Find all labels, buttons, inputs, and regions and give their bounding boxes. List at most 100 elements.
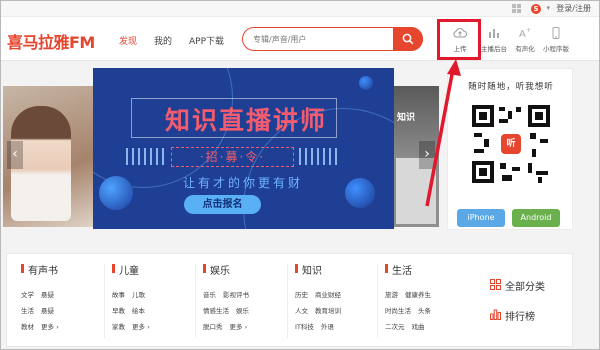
decor-planet <box>359 76 373 90</box>
browser-frame: S ▾ 登录/注册 喜马拉雅FM 发现 我的 APP下载 上传 <box>0 0 600 350</box>
category-column: 儿童 故事 儿歌 早教 绘本 家教 更多 › <box>112 262 157 331</box>
search-box <box>242 27 423 51</box>
carousel-prev-button[interactable]: ‹ <box>7 141 23 169</box>
upload-highlight-box <box>437 19 481 60</box>
bar-chart-icon <box>489 29 499 38</box>
qr-module <box>536 171 548 175</box>
android-download-button[interactable]: Android <box>512 209 560 227</box>
carousel-next-button[interactable]: › <box>419 141 435 169</box>
text-to-speech-icon: A + <box>519 27 531 39</box>
subcategory-link[interactable]: IT科技 <box>295 321 314 331</box>
category-title[interactable]: 有声书 <box>21 262 66 277</box>
subcategory-link[interactable]: 二次元 <box>385 321 405 331</box>
mini-program-label: 小程序版 <box>543 45 569 53</box>
search-input[interactable] <box>253 32 393 46</box>
svg-text:+: + <box>526 27 531 34</box>
category-divider <box>195 264 196 338</box>
android-label: Android <box>520 213 552 222</box>
qr-module <box>474 133 482 137</box>
qr-code: 听 <box>472 105 550 183</box>
category-title[interactable]: 儿童 <box>112 262 157 277</box>
thumbnail-text: 知识 <box>397 113 416 123</box>
qr-module <box>532 149 536 157</box>
subcategory-link[interactable]: 外语 <box>321 321 334 331</box>
category-row: 时尚生活 头条 <box>385 298 438 315</box>
qr-module <box>538 177 542 183</box>
qr-module <box>484 139 489 147</box>
category-column: 知识 历史 商业财经 人文 教育培训 IT科技 外语 <box>295 262 348 331</box>
subcategory-link[interactable]: 脱口秀 <box>203 321 223 331</box>
nav-tab-app-download[interactable]: APP下载 <box>189 34 224 47</box>
qr-module <box>508 111 512 119</box>
iphone-label: iPhone <box>467 213 495 222</box>
category-row: 人文 教育培训 <box>295 298 348 315</box>
qr-module <box>499 119 508 123</box>
app-logo-icon: 听 <box>501 134 521 154</box>
category-row: IT科技 外语 <box>295 314 348 331</box>
grid-icon <box>490 279 501 290</box>
subcategory-link[interactable]: 更多 › <box>230 321 248 331</box>
qr-module <box>502 175 512 181</box>
site-header: 喜马拉雅FM 发现 我的 APP下载 上传 <box>1 17 599 61</box>
search-button[interactable] <box>393 27 423 51</box>
subcategory-link[interactable]: 戏曲 <box>412 321 425 331</box>
decor-stripes <box>126 148 166 165</box>
category-row: 早教 绘本 <box>112 298 157 315</box>
category-row: 音乐 影视评书 <box>203 282 256 299</box>
main-banner[interactable]: 知识直播讲师 ·招·募·令· 让有才的你更有财 点击报名 <box>93 68 394 229</box>
category-title[interactable]: 知识 <box>295 262 348 277</box>
ranking-icon <box>490 309 501 320</box>
account-avatar-icon[interactable]: S <box>531 4 541 14</box>
ranking-label: 排行榜 <box>505 312 535 323</box>
category-row: 旅游 健康养生 <box>385 282 438 299</box>
apps-grid-icon[interactable] <box>512 4 521 13</box>
category-row: 文学 悬疑 <box>21 282 66 299</box>
qr-finder <box>528 105 550 127</box>
nav-tab-discover[interactable]: 发现 <box>119 34 137 47</box>
qr-finder <box>472 105 494 127</box>
category-row: 历史 商业财经 <box>295 282 348 299</box>
search-icon <box>402 33 414 45</box>
subcategory-link[interactable]: 家教 <box>112 321 125 331</box>
phone-icon <box>552 27 560 39</box>
subcategory-link[interactable]: 更多 › <box>41 321 59 331</box>
app-download-panel: 随时随地，听我想听 听 iPhone Android <box>447 68 573 230</box>
category-row: 生活 悬疑 <box>21 298 66 315</box>
category-row: 二次元 戏曲 <box>385 314 438 331</box>
qr-module <box>516 107 521 112</box>
category-column: 生活 旅游 健康养生 时尚生活 头条 二次元 戏曲 <box>385 262 438 331</box>
nav-tab-mine[interactable]: 我的 <box>154 34 172 47</box>
subcategory-link[interactable]: 教材 <box>21 321 34 331</box>
banner-recruit-label: ·招·募·令· <box>171 147 294 167</box>
category-divider <box>287 264 288 338</box>
iphone-download-button[interactable]: iPhone <box>457 209 505 227</box>
qr-module <box>474 149 484 153</box>
qr-module <box>540 139 548 143</box>
banner-slogan: 让有才的你更有财 <box>182 176 303 190</box>
banner-title: 知识直播讲师 <box>164 106 327 135</box>
category-title[interactable]: 娱乐 <box>203 262 256 277</box>
qr-module <box>499 107 505 111</box>
category-divider <box>104 264 105 338</box>
login-link[interactable]: 登录/注册 <box>556 3 591 14</box>
site-logo[interactable]: 喜马拉雅FM <box>7 29 95 53</box>
svg-text:A: A <box>519 29 526 39</box>
category-divider <box>377 264 378 338</box>
mini-program-button[interactable]: 小程序版 <box>541 23 571 55</box>
category-panel: 有声书 文学 悬疑 生活 悬疑 教材 更多 › 儿童 故事 儿歌 早教 绘本 家教 更多 › 娱乐 音乐 影视评… <box>6 253 573 347</box>
qr-module <box>528 163 532 173</box>
chevron-down-icon[interactable]: ▾ <box>546 4 550 12</box>
category-column: 有声书 文学 悬疑 生活 悬疑 教材 更多 › <box>21 262 66 331</box>
category-title[interactable]: 生活 <box>385 262 438 277</box>
register-button[interactable]: 点击报名 <box>184 195 261 214</box>
top-strip: S ▾ 登录/注册 <box>1 1 599 17</box>
category-column: 娱乐 音乐 影视评书 情感生活 娱乐 脱口秀 更多 › <box>203 262 256 331</box>
category-row: 脱口秀 更多 › <box>203 314 256 331</box>
subcategory-link[interactable]: 更多 › <box>132 321 150 331</box>
qr-module <box>530 133 536 139</box>
category-row: 教材 更多 › <box>21 314 66 331</box>
download-tagline: 随时随地，听我想听 <box>468 82 554 92</box>
category-row: 情感生活 娱乐 <box>203 298 256 315</box>
all-categories-label: 全部分类 <box>505 282 545 293</box>
qr-finder <box>472 161 494 183</box>
